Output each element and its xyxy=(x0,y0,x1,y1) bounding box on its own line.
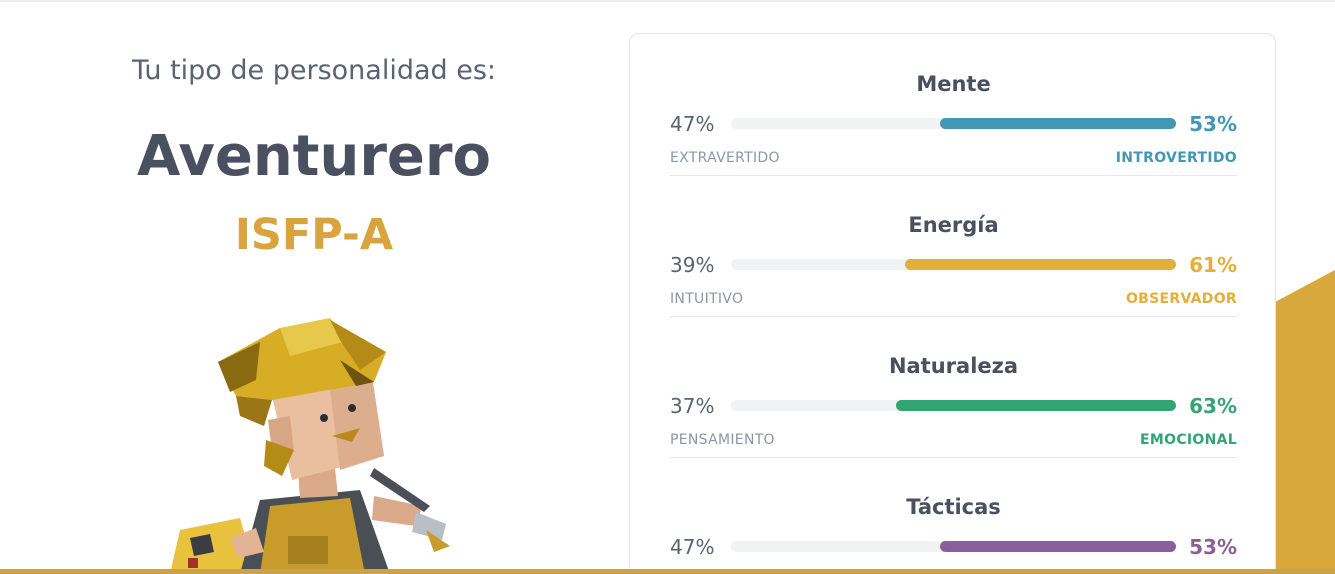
trait-bar xyxy=(731,541,1176,552)
trait-left-percent: 47% xyxy=(670,112,715,136)
trait-right-label: OBSERVADOR xyxy=(1125,291,1237,307)
personality-result-page: Tu tipo de personalidad es: Aventurero I… xyxy=(0,0,1335,574)
result-summary: Tu tipo de personalidad es: Aventurero I… xyxy=(0,0,628,574)
trait-bar-fill xyxy=(895,400,1176,411)
trait-right-percent: 63% xyxy=(1189,394,1237,418)
trait-bar xyxy=(731,400,1176,411)
intro-text: Tu tipo de personalidad es: xyxy=(131,55,497,86)
personality-type-name: Aventurero xyxy=(136,124,492,189)
trait-left-label: EXTRAVERTIDO xyxy=(670,150,780,166)
trait-left-label: INTUITIVO xyxy=(670,291,744,307)
trait-left-percent: 39% xyxy=(670,253,715,277)
trait-energia: Energía 39% 61% INTUITIVO OBSERVADOR xyxy=(670,175,1237,317)
trait-title: Mente xyxy=(916,72,991,96)
decorative-corner-shape xyxy=(1275,270,1335,574)
trait-bar-fill xyxy=(940,541,1176,552)
trait-title: Energía xyxy=(908,213,999,237)
trait-naturaleza: Naturaleza 37% 63% PENSAMIENTO EMOCIONAL xyxy=(670,316,1237,458)
trait-right-label: EMOCIONAL xyxy=(1140,432,1237,448)
bottom-decor-strip xyxy=(0,569,1335,574)
trait-bar-fill xyxy=(904,259,1176,270)
trait-bar-fill xyxy=(940,118,1176,129)
adventurer-illustration-icon xyxy=(170,318,450,574)
trait-mente: Mente 47% 53% EXTRAVERTIDO INTROVERTIDO xyxy=(670,34,1237,176)
trait-left-label: PENSAMIENTO xyxy=(670,432,775,448)
trait-title: Naturaleza xyxy=(888,354,1019,378)
trait-right-label: INTROVERTIDO xyxy=(1115,150,1237,166)
trait-right-percent: 53% xyxy=(1189,112,1237,136)
trait-left-percent: 47% xyxy=(670,535,715,559)
trait-title: Tácticas xyxy=(906,495,1001,519)
trait-left-percent: 37% xyxy=(670,394,715,418)
trait-tacticas: Tácticas 47% 53% xyxy=(670,457,1237,574)
personality-type-code: ISFP-A xyxy=(234,210,394,260)
traits-card: Mente 47% 53% EXTRAVERTIDO INTROVERTIDO … xyxy=(629,33,1276,574)
trait-right-percent: 53% xyxy=(1189,535,1237,559)
trait-bar xyxy=(731,118,1176,129)
trait-right-percent: 61% xyxy=(1189,253,1237,277)
trait-bar xyxy=(731,259,1176,270)
